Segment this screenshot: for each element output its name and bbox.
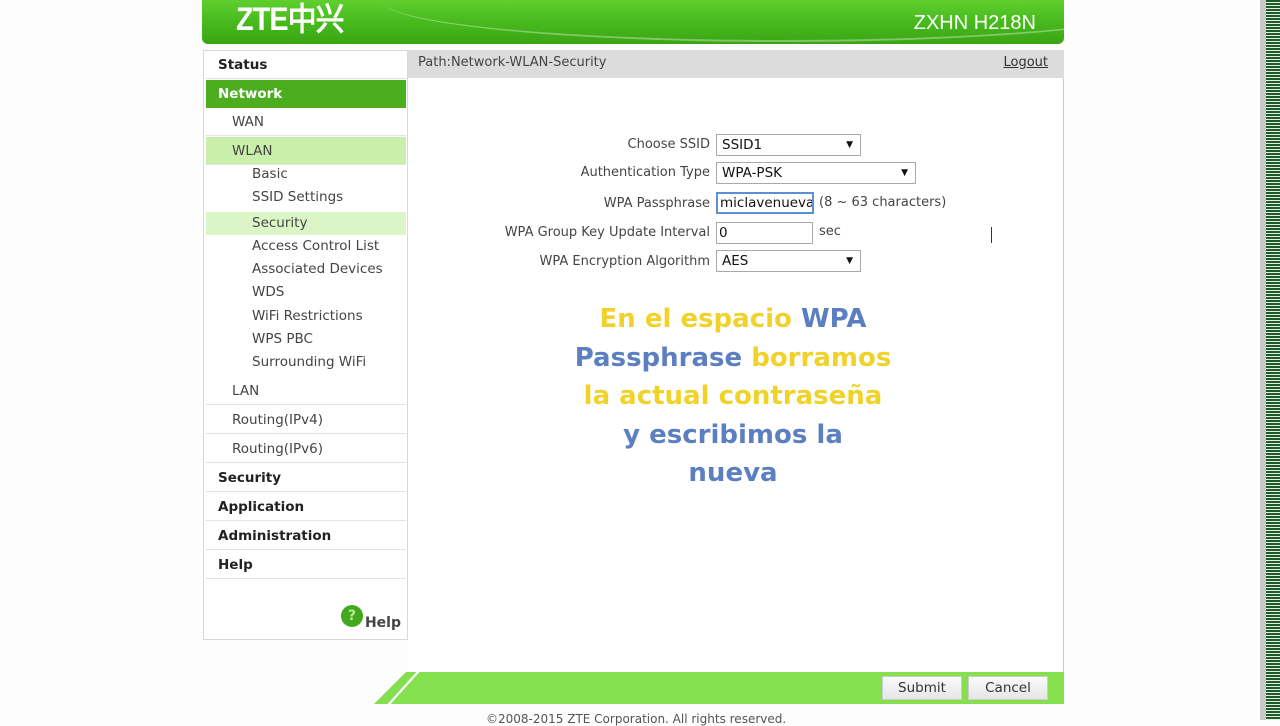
encryption-label: WPA Encryption Algorithm — [539, 254, 710, 269]
caption-text-yellow: En el espacio — [599, 304, 792, 334]
auth-type-row: Authentication Type — [408, 162, 710, 184]
sidebar-item-routing-ipv6[interactable]: Routing(IPv6) — [206, 435, 406, 463]
dropdown-arrow-icon: ▼ — [846, 256, 853, 266]
caption-line-1: En el espacio WPA — [543, 300, 923, 339]
group-key-unit: sec — [819, 224, 841, 239]
sidebar-item-routing-ipv4[interactable]: Routing(IPv4) — [206, 406, 406, 434]
group-key-label: WPA Group Key Update Interval — [504, 225, 710, 240]
dropdown-arrow-icon: ▼ — [901, 168, 908, 178]
passphrase-row: WPA Passphrase — [408, 193, 710, 215]
auth-type-value: WPA-PSK — [722, 165, 782, 181]
sidebar-item-surrounding-wifi[interactable]: Surrounding WiFi — [206, 351, 406, 374]
sidebar-item-wlan-security[interactable]: Security — [206, 212, 406, 235]
model-name: ZXHN H218N — [913, 12, 1036, 34]
sidebar-item-security[interactable]: Security — [206, 464, 406, 492]
breadcrumb: Path:Network-WLAN-Security — [418, 55, 607, 70]
ssid-label: Choose SSID — [627, 137, 710, 152]
header-banner: ZTE中兴 ZXHN H218N — [202, 0, 1064, 44]
router-admin-page: ZTE中兴 ZXHN H218N Status Network WAN WLAN… — [202, 0, 1064, 726]
ssid-select[interactable]: SSID1 ▼ — [716, 134, 861, 156]
help-question-icon: ? — [340, 605, 363, 627]
zte-logo: ZTE中兴 — [236, 1, 344, 37]
logout-link[interactable]: Logout — [1003, 50, 1048, 76]
sidebar-item-administration[interactable]: Administration — [206, 522, 406, 550]
caption-text-yellow: borramos — [751, 342, 892, 373]
encryption-row: WPA Encryption Algorithm — [408, 251, 710, 273]
dropdown-arrow-icon: ▼ — [846, 140, 853, 150]
text-cursor-icon — [991, 227, 994, 243]
sidebar-item-wps-pbc[interactable]: WPS PBC — [206, 328, 406, 351]
sidebar-item-application[interactable]: Application — [206, 493, 406, 521]
sidebar-nav: Status Network WAN WLAN Basic SSID Setti… — [203, 50, 408, 640]
sidebar-item-associated-devices[interactable]: Associated Devices — [206, 258, 406, 281]
caption-line-5: nueva — [688, 458, 778, 488]
sidebar-item-wds[interactable]: WDS — [206, 281, 406, 304]
auth-type-label: Authentication Type — [580, 165, 710, 180]
sidebar-item-help[interactable]: Help — [206, 551, 406, 579]
caption-line-3: la actual contraseña — [583, 381, 883, 411]
submit-button[interactable]: Submit — [882, 676, 962, 700]
help-link[interactable]: ? Help — [340, 605, 401, 631]
copyright-text: ©2008-2015 ZTE Corporation. All rights r… — [486, 712, 787, 726]
sidebar-item-wan[interactable]: WAN — [206, 108, 406, 136]
auth-type-select[interactable]: WPA-PSK ▼ — [716, 162, 916, 184]
sidebar-item-wifi-restrictions[interactable]: WiFi Restrictions — [206, 305, 406, 328]
help-link-label: Help — [364, 615, 401, 631]
sidebar-item-ssid-settings[interactable]: SSID Settings — [206, 186, 406, 209]
sidebar-item-access-control-list[interactable]: Access Control List — [206, 235, 406, 258]
window-edge — [1260, 0, 1280, 720]
footer-decoration — [387, 672, 420, 704]
passphrase-value: miclavenueva — [720, 195, 814, 211]
passphrase-label: WPA Passphrase — [603, 196, 710, 211]
ssid-row: Choose SSID — [408, 134, 710, 156]
cancel-button[interactable]: Cancel — [968, 676, 1048, 700]
caption-line-4: y escribimos la — [623, 419, 843, 450]
caption-line-2: Passphrase borramos — [543, 339, 923, 378]
content-panel: Choose SSID SSID1 ▼ Authentication Type … — [408, 78, 1064, 672]
ssid-value: SSID1 — [722, 137, 763, 153]
sidebar-item-basic[interactable]: Basic — [206, 163, 406, 186]
caption-text-blue: WPA — [800, 304, 867, 334]
passphrase-input[interactable]: miclavenueva — [716, 192, 814, 214]
group-key-row: WPA Group Key Update Interval — [408, 222, 710, 244]
sidebar-item-network[interactable]: Network — [206, 80, 406, 108]
sidebar-item-wlan[interactable]: WLAN — [206, 137, 406, 165]
group-key-value: 0 — [719, 225, 728, 241]
sidebar-item-lan[interactable]: LAN — [206, 377, 406, 405]
tutorial-caption: En el espacio WPA Passphrase borramos la… — [543, 300, 923, 493]
breadcrumb-bar: Path:Network-WLAN-Security Logout — [408, 50, 1064, 78]
passphrase-hint: (8 ~ 63 characters) — [819, 195, 947, 210]
sidebar-item-status[interactable]: Status — [206, 51, 406, 79]
group-key-input[interactable]: 0 — [716, 222, 813, 244]
encryption-value: AES — [722, 253, 749, 269]
encryption-select[interactable]: AES ▼ — [716, 250, 861, 272]
caption-text-blue: Passphrase — [574, 342, 743, 373]
